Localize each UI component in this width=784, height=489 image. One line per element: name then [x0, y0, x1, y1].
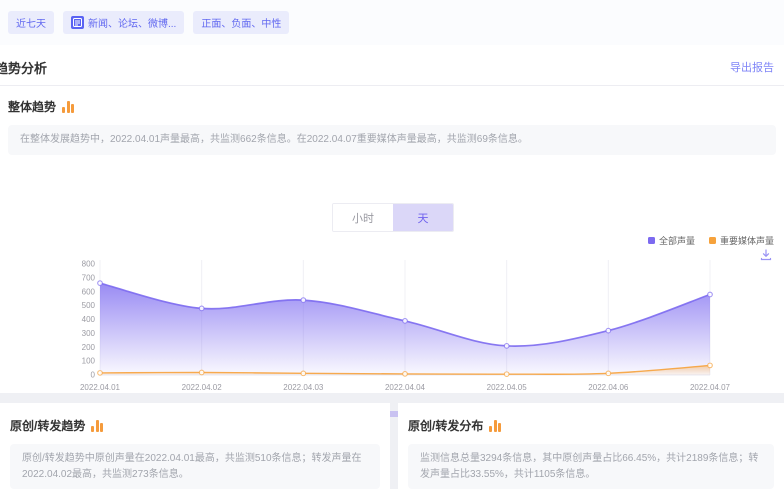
- toggle-hour-button[interactable]: 小时: [333, 204, 393, 231]
- media-icon: [71, 16, 84, 29]
- chart-point[interactable]: [199, 306, 204, 311]
- bar-chart-icon: [91, 420, 103, 432]
- sentiment-filter-chip[interactable]: 正面、负面、中性: [193, 11, 289, 34]
- chart-point[interactable]: [606, 328, 611, 333]
- filter-strip: 近七天 新闻、论坛、微博... 正面、负面、中性: [0, 0, 784, 45]
- page-title: 趋势分析: [0, 58, 47, 77]
- y-axis-tick-label: 0: [91, 371, 96, 380]
- card-header: 趋势分析 导出报告: [0, 45, 784, 86]
- export-report-link[interactable]: 导出报告: [730, 59, 774, 75]
- time-range-label: 近七天: [16, 15, 46, 30]
- legend-marker-orange: [709, 237, 716, 244]
- overall-trend-summary: 在整体发展趋势中，2022.04.01声量最高，共监测662条信息。在2022.…: [8, 125, 776, 155]
- filter-chips: 近七天 新闻、论坛、微博... 正面、负面、中性: [8, 11, 289, 34]
- legend-item-all-volume[interactable]: 全部声量: [648, 234, 695, 247]
- bar-chart-icon: [62, 101, 74, 113]
- card-section-header: 原创/转发分布: [408, 417, 784, 434]
- y-axis-tick-label: 100: [82, 357, 96, 366]
- original-repost-trend-summary: 原创/转发趋势中原创声量在2022.04.01最高，共监测510条信息；转发声量…: [10, 444, 380, 489]
- original-repost-distribution-title: 原创/转发分布: [408, 417, 483, 434]
- time-range-chip[interactable]: 近七天: [8, 11, 54, 34]
- y-axis-tick-label: 300: [82, 329, 96, 338]
- trend-analysis-card: 趋势分析 导出报告 整体趋势 在整体发展趋势中，2022.04.01声量最高，共…: [0, 45, 784, 393]
- legend-label-all-volume: 全部声量: [659, 234, 695, 247]
- y-axis-tick-label: 800: [82, 260, 96, 269]
- chart-point[interactable]: [504, 372, 509, 377]
- chart-point[interactable]: [98, 281, 103, 286]
- y-axis-tick-label: 600: [82, 287, 96, 296]
- chart-point[interactable]: [403, 372, 408, 377]
- overall-trend-section-header: 整体趋势: [8, 98, 784, 115]
- legend-marker-purple: [648, 237, 655, 244]
- chart-legend: 全部声量 重要媒体声量: [648, 234, 774, 247]
- x-axis-tick-label: 2022.04.03: [283, 383, 324, 392]
- chart-point[interactable]: [708, 292, 713, 297]
- legend-item-media-volume[interactable]: 重要媒体声量: [709, 234, 774, 247]
- x-axis-tick-label: 2022.04.06: [588, 383, 629, 392]
- card-section-header: 原创/转发趋势: [10, 417, 390, 434]
- y-axis-tick-label: 400: [82, 315, 96, 324]
- chart-point[interactable]: [301, 298, 306, 303]
- toggle-day-button[interactable]: 天: [393, 204, 453, 231]
- sentiment-trend-page: 近七天 新闻、论坛、微博... 正面、负面、中性 趋势分析 导出报告 整体趋势 …: [0, 0, 784, 489]
- x-axis-tick-label: 2022.04.07: [690, 383, 731, 392]
- x-axis-tick-label: 2022.04.05: [487, 383, 528, 392]
- overall-trend-title: 整体趋势: [8, 98, 56, 115]
- media-filter-label: 新闻、论坛、微博...: [88, 15, 176, 30]
- trend-area-chart: 0 100 200 300 400 500 600 700 800 2022.04.01 2022.…: [0, 250, 784, 405]
- chart-point[interactable]: [403, 319, 408, 324]
- y-axis-tick-label: 500: [82, 301, 96, 310]
- chart-point[interactable]: [199, 370, 204, 375]
- chart-point[interactable]: [98, 371, 103, 376]
- y-axis-tick-label: 700: [82, 273, 96, 282]
- sentiment-filter-label: 正面、负面、中性: [201, 15, 281, 30]
- legend-label-media-volume: 重要媒体声量: [720, 234, 774, 247]
- original-repost-trend-card: 原创/转发趋势 原创/转发趋势中原创声量在2022.04.01最高，共监测510…: [0, 403, 390, 489]
- chart-point[interactable]: [606, 371, 611, 376]
- media-filter-chip[interactable]: 新闻、论坛、微博...: [63, 11, 184, 34]
- y-axis-tick-label: 200: [82, 343, 96, 352]
- chart-point[interactable]: [504, 344, 509, 349]
- chart-point[interactable]: [301, 371, 306, 376]
- bar-chart-icon: [489, 420, 501, 432]
- x-axis-tick-label: 2022.04.04: [385, 383, 426, 392]
- original-repost-distribution-summary: 监测信息总量3294条信息，其中原创声量占比66.45%，共计2189条信息；转…: [408, 444, 774, 489]
- granularity-toggle: 小时 天: [332, 203, 454, 232]
- original-repost-trend-title: 原创/转发趋势: [10, 417, 85, 434]
- x-axis-tick-label: 2022.04.02: [182, 383, 223, 392]
- x-axis-tick-label: 2022.04.01: [80, 383, 121, 392]
- original-repost-distribution-card: 原创/转发分布 监测信息总量3294条信息，其中原创声量占比66.45%，共计2…: [398, 403, 784, 489]
- chart-point[interactable]: [708, 363, 713, 368]
